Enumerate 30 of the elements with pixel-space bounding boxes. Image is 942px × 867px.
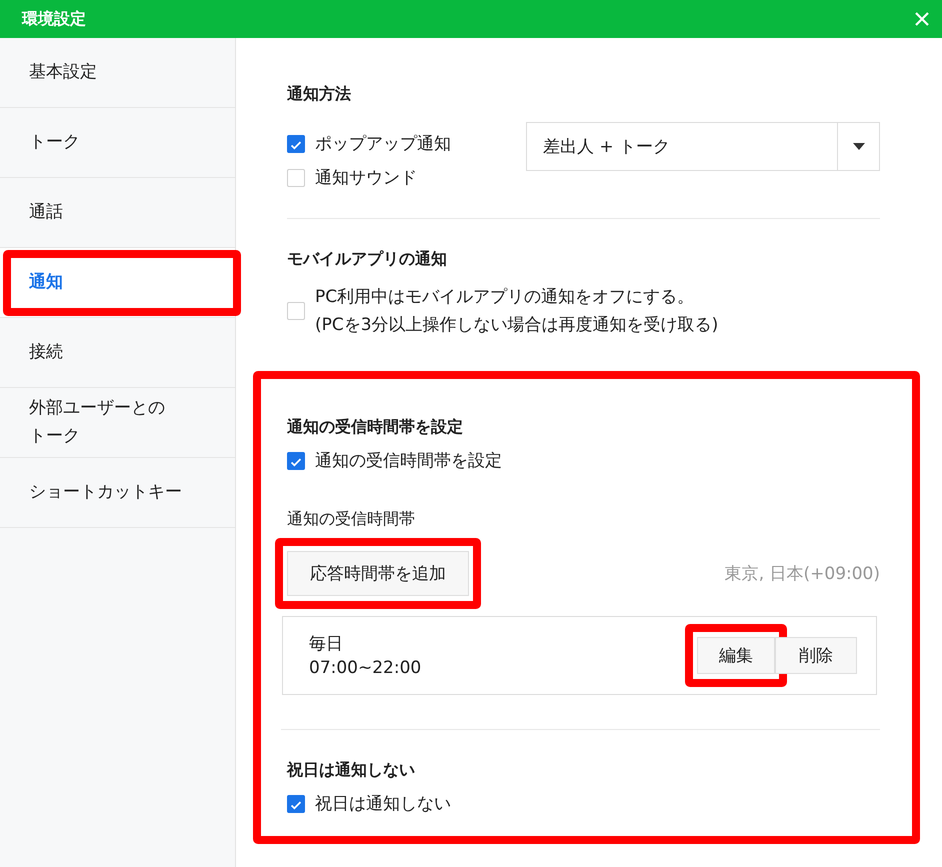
window-title: 環境設定 [22, 8, 86, 30]
entry-time: 07:00~22:00 [309, 656, 422, 680]
checkbox[interactable] [287, 795, 305, 813]
edit-button[interactable]: 編集 [697, 637, 775, 674]
checkbox-label: PC利用中はモバイルアプリの通知をオフにする。 [315, 286, 696, 309]
subheading: 通知の受信時間帯 [287, 508, 416, 530]
checkbox-label: 通知サウンド [315, 167, 417, 190]
delete-button[interactable]: 削除 [775, 637, 857, 674]
section-heading: 通知の受信時間帯を設定 [287, 416, 464, 438]
add-time-button[interactable]: 応答時間帯を追加 [287, 551, 469, 596]
sidebar-item[interactable]: 外部ユーザーとのトーク [0, 388, 235, 458]
checkbox-label: 祝日は通知しない [315, 793, 451, 816]
sidebar-item[interactable]: トーク [0, 108, 235, 178]
sidebar-item[interactable]: 接続 [0, 318, 235, 388]
dropdown[interactable]: 差出人 + トーク [526, 122, 880, 171]
entry-days: 毎日 [309, 632, 422, 656]
dropdown-value: 差出人 + トーク [542, 136, 672, 158]
section-heading: モバイルアプリの通知 [287, 248, 448, 270]
checkbox-label: ポップアップ通知 [315, 133, 451, 156]
checkbox[interactable] [287, 452, 305, 470]
caret-icon[interactable] [852, 142, 864, 150]
checkbox[interactable] [287, 135, 305, 153]
checkbox-label: 通知の受信時間帯を設定 [315, 450, 502, 473]
sidebar-item[interactable]: 基本設定 [0, 38, 235, 108]
sidebar-item[interactable]: ショートカットキー [0, 458, 235, 528]
close-icon[interactable] [914, 11, 930, 27]
timezone-label: 東京, 日本(+09:00) [724, 563, 880, 585]
section-heading: 通知方法 [287, 83, 352, 105]
checkbox-label: (PCを3分以上操作しない場合は再度通知を受け取る) [315, 314, 718, 337]
section-heading: 祝日は通知しない [287, 759, 416, 781]
